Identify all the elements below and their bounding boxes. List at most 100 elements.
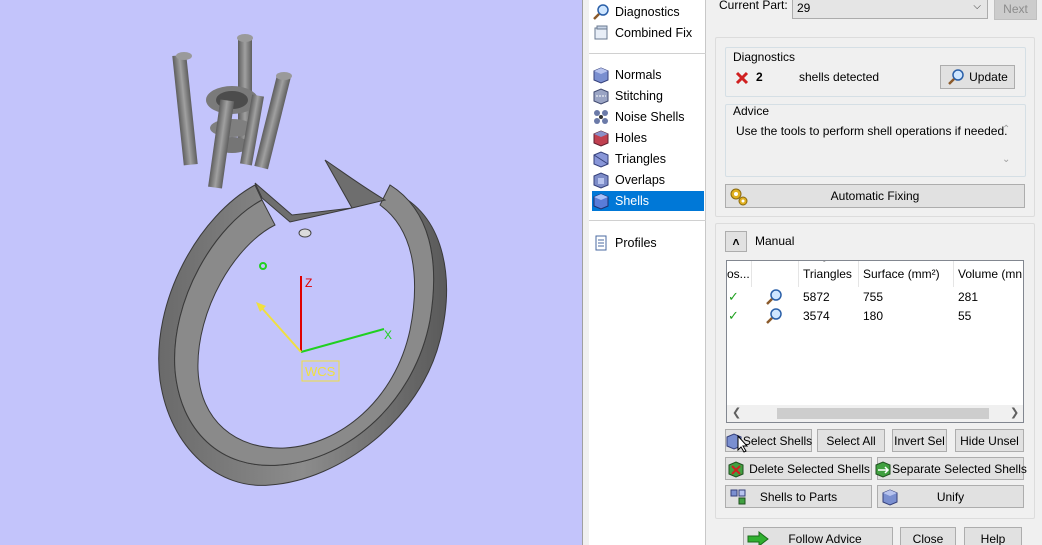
tool-label: Triangles [615, 152, 666, 166]
shell-count: 2 [756, 70, 763, 84]
tool-label: Noise Shells [615, 110, 685, 124]
tool-list: Diagnostics Combined Fix Normals Stitchi… [589, 0, 706, 545]
volume-cell: 281 [958, 289, 979, 304]
shells-to-parts-label: Shells to Parts [759, 489, 838, 504]
tool-noise-shells[interactable]: Noise Shells [592, 107, 702, 127]
invert-sel-label: Invert Sel [894, 433, 945, 448]
invert-selection-button[interactable]: Invert Sel [892, 429, 947, 452]
tool-overlaps[interactable]: Overlaps [592, 170, 702, 190]
tool-holes[interactable]: Holes [592, 128, 702, 148]
next-button[interactable]: Next [994, 0, 1037, 20]
tool-triangles[interactable]: Triangles [592, 149, 702, 169]
next-label: Next [1003, 1, 1028, 16]
double-chevron-up-icon: ˄ [732, 234, 740, 249]
scroll-up-icon[interactable]: ⌃ [1002, 124, 1010, 135]
shells-to-parts-button[interactable]: Shells to Parts [725, 485, 872, 508]
cube-stitching-icon [593, 88, 609, 105]
wcs-label: WCS [305, 364, 336, 379]
table-header-cell[interactable]: os... [727, 261, 752, 287]
magnifier-icon [948, 69, 964, 85]
prong-head [172, 34, 292, 189]
unify-label: Unify [936, 489, 965, 504]
table-header-cell[interactable] [752, 261, 799, 287]
check-icon: ✓ [728, 307, 739, 323]
current-part-select[interactable]: 29 ⌵ [792, 0, 988, 19]
unify-icon [882, 489, 898, 506]
tool-normals[interactable]: Normals [592, 65, 702, 85]
tool-combined-fix[interactable]: Combined Fix [592, 23, 702, 43]
select-all-button[interactable]: Select All [817, 429, 885, 452]
magnifier-icon[interactable] [765, 307, 783, 325]
cube-holes-icon [593, 130, 609, 147]
cube-overlaps-icon [593, 172, 609, 189]
arrow-right-icon [747, 531, 769, 545]
tool-shells[interactable]: Shells [592, 191, 704, 211]
splitter-handle[interactable] [582, 0, 589, 545]
tool-profiles[interactable]: Profiles [592, 233, 702, 253]
delete-selected-shells-button[interactable]: Delete Selected Shells [725, 457, 872, 480]
hide-unsel-label: Hide Unsel [960, 433, 1019, 448]
cube-normals-icon [593, 67, 609, 84]
document-icon [595, 235, 607, 251]
hide-unselected-button[interactable]: Hide Unsel [955, 429, 1024, 452]
update-button[interactable]: Update [940, 65, 1015, 89]
table-header-cell[interactable]: Triangles [799, 261, 859, 287]
manual-label: Manual [755, 234, 795, 248]
surface-cell: 755 [863, 289, 884, 304]
check-icon: ✓ [728, 288, 739, 304]
automatic-fixing-label: Automatic Fixing [830, 189, 920, 203]
combined-fix-icon [594, 25, 608, 40]
magnifier-icon [593, 4, 609, 20]
ring-body [158, 159, 448, 486]
close-label: Close [912, 532, 944, 545]
table-header-cell[interactable]: Surface (mm²) [859, 261, 954, 287]
model-render: Z X WCS [158, 34, 448, 486]
diagnostics-title: Diagnostics [733, 50, 796, 64]
scrollbar-thumb[interactable] [777, 408, 989, 419]
volume-cell: 55 [958, 308, 972, 323]
scroll-left-icon[interactable]: ❮ [732, 406, 741, 419]
diagnostics-status: shells detected [799, 70, 880, 84]
horizontal-scrollbar[interactable]: ❮ ❯ [727, 405, 1023, 422]
close-button[interactable]: Close [900, 527, 956, 545]
current-part-value: 29 [797, 1, 811, 15]
shells-to-parts-icon [730, 489, 746, 505]
chevron-down-icon: ⌵ [973, 1, 981, 12]
tool-label: Stitching [615, 89, 663, 103]
shells-table[interactable]: os... Triangles Surface (mm²) Volume (mn… [726, 260, 1024, 423]
help-button[interactable]: Help [964, 527, 1022, 545]
noise-shells-icon [594, 110, 608, 124]
separate-selected-shells-button[interactable]: Separate Selected Shells [875, 457, 1027, 480]
delete-shell-icon [728, 460, 744, 478]
collapse-manual-button[interactable]: ˄ [725, 231, 747, 252]
separate-selected-label: Separate Selected Shells [892, 461, 1027, 476]
advice-title: Advice [733, 104, 770, 118]
follow-advice-button[interactable]: Follow Advice [743, 527, 893, 545]
sort-indicator-icon: ˇ [823, 260, 826, 269]
tool-label: Holes [615, 131, 647, 145]
wcs-axes: Z X WCS [256, 276, 392, 382]
scroll-down-icon[interactable]: ⌄ [1002, 154, 1010, 165]
update-label: Update [969, 70, 1008, 84]
3d-viewport[interactable]: Z X WCS [0, 0, 582, 545]
cube-shells-icon [593, 193, 609, 210]
magnifier-icon[interactable] [765, 288, 783, 306]
tool-label: Shells [615, 194, 650, 208]
triangles-cell: 3574 [803, 308, 830, 323]
automatic-fixing-button[interactable]: Automatic Fixing [725, 184, 1025, 208]
tool-label: Combined Fix [615, 26, 693, 40]
axis-x-label: X [384, 328, 392, 342]
tool-diagnostics[interactable]: Diagnostics [592, 2, 702, 22]
table-header-cell[interactable]: Volume (mn [954, 261, 1023, 287]
unify-button[interactable]: Unify [877, 485, 1024, 508]
cube-triangles-icon [593, 151, 609, 168]
scroll-right-icon[interactable]: ❯ [1010, 406, 1019, 419]
tool-label: Diagnostics [615, 5, 680, 19]
surface-cell: 180 [863, 308, 884, 323]
tool-stitching[interactable]: Stitching [592, 86, 702, 106]
select-shells-label: Select Shells [742, 433, 813, 448]
mouse-cursor-icon [737, 435, 749, 453]
delete-selected-label: Delete Selected Shells [749, 461, 870, 476]
help-label: Help [980, 532, 1006, 545]
tool-label: Profiles [615, 236, 657, 250]
